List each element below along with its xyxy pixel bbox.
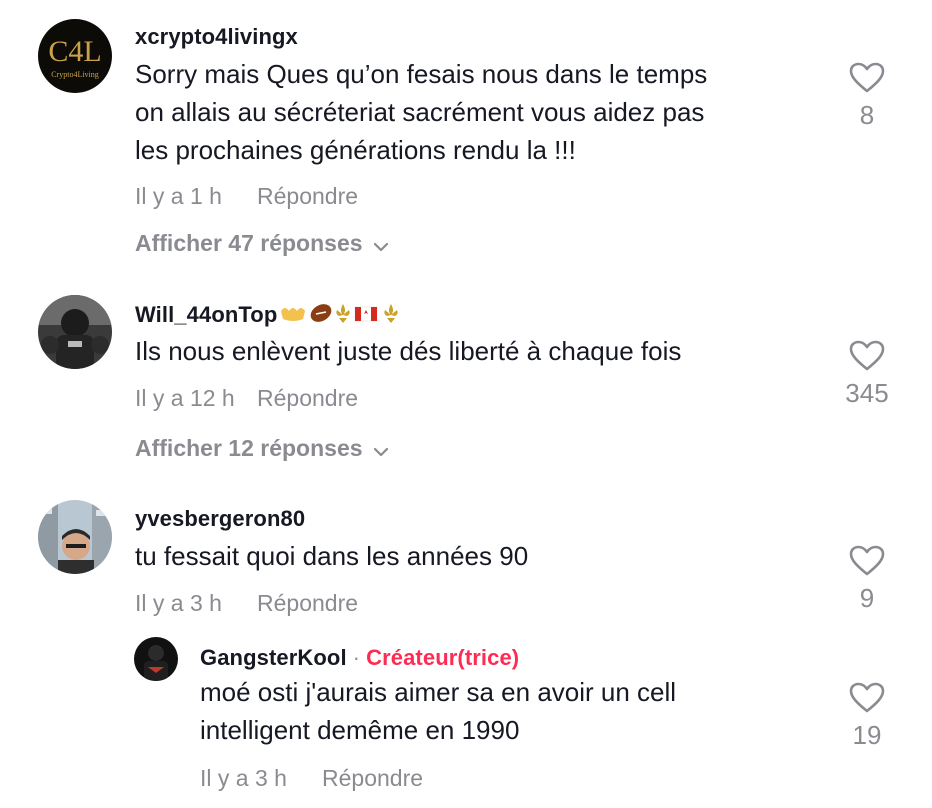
comment-line: Sorry mais Ques qu’on fesais nous dans l… bbox=[135, 59, 708, 89]
comment-meta: Il y a 12 h Répondre bbox=[135, 385, 358, 412]
svg-text:C4L: C4L bbox=[48, 35, 101, 68]
view-replies-label: Afficher 47 réponses bbox=[135, 230, 363, 256]
comment-text: Sorry mais Ques qu’on fesais nous dans l… bbox=[135, 55, 707, 169]
heart-outline-icon bbox=[849, 545, 885, 576]
comment-text: tu fessait quoi dans les années 90 bbox=[135, 537, 528, 575]
avatar[interactable] bbox=[38, 295, 112, 369]
like-button[interactable]: 345 bbox=[827, 340, 907, 409]
reply-header: GangsterKool · Créateur(trice) bbox=[200, 645, 519, 671]
like-count: 9 bbox=[859, 583, 875, 613]
reply-button[interactable]: Répondre bbox=[322, 765, 423, 792]
comment-line: tu fessait quoi dans les années 90 bbox=[135, 541, 529, 571]
like-button[interactable]: 8 bbox=[827, 62, 907, 131]
comment-line: moé osti j'aurais aimer sa en avoir un c… bbox=[200, 677, 677, 707]
comment-text: Ils nous enlèvent juste dés liberté à ch… bbox=[135, 332, 681, 370]
like-button[interactable]: 19 bbox=[827, 682, 907, 751]
comment-time: Il y a 3 h bbox=[200, 765, 287, 791]
comment-username[interactable]: Will_44onTop bbox=[135, 301, 405, 331]
reply-button[interactable]: Répondre bbox=[257, 590, 358, 617]
heart-outline-icon bbox=[849, 62, 885, 93]
avatar[interactable]: C4L Crypto4Living bbox=[38, 19, 112, 93]
reply-text: moé osti j'aurais aimer sa en avoir un c… bbox=[200, 673, 676, 749]
comment-line: Ils nous enlèvent juste dés liberté à ch… bbox=[135, 336, 682, 366]
chevron-down-icon bbox=[373, 436, 389, 463]
comment-line: les prochaines générations rendu la !!! bbox=[135, 135, 576, 165]
separator-dot: · bbox=[352, 645, 361, 670]
username-emoji-flair bbox=[279, 301, 405, 331]
avatar[interactable] bbox=[134, 637, 178, 681]
username-text: Will_44onTop bbox=[135, 301, 278, 327]
comment-time: Il y a 1 h bbox=[135, 183, 222, 209]
like-count: 19 bbox=[852, 720, 882, 750]
like-button[interactable]: 9 bbox=[827, 545, 907, 614]
comment-time: Il y a 12 h bbox=[135, 385, 235, 411]
reply-username[interactable]: GangsterKool bbox=[200, 645, 347, 670]
reply-meta: Il y a 3 h Répondre bbox=[200, 765, 423, 792]
reply-button[interactable]: Répondre bbox=[257, 385, 358, 412]
avatar[interactable] bbox=[38, 500, 112, 574]
comment-username[interactable]: xcrypto4livingx bbox=[135, 24, 298, 50]
view-replies-label: Afficher 12 réponses bbox=[135, 435, 363, 461]
chevron-down-icon bbox=[373, 231, 389, 258]
comment-meta: Il y a 1 h Répondre bbox=[135, 183, 358, 210]
view-replies-button[interactable]: Afficher 12 réponses bbox=[135, 435, 389, 463]
comment-line: on allais au sécréteriat sacrément vous … bbox=[135, 97, 705, 127]
creator-badge: Créateur(trice) bbox=[366, 645, 520, 670]
heart-outline-icon bbox=[849, 682, 885, 713]
comment-username[interactable]: yvesbergeron80 bbox=[135, 506, 305, 532]
like-count: 8 bbox=[859, 100, 875, 130]
comment-line: intelligent demême en 1990 bbox=[200, 715, 520, 745]
heart-outline-icon bbox=[849, 340, 885, 371]
comment-meta: Il y a 3 h Répondre bbox=[135, 590, 358, 617]
view-replies-button[interactable]: Afficher 47 réponses bbox=[135, 230, 389, 258]
svg-text:Crypto4Living: Crypto4Living bbox=[51, 70, 99, 79]
like-count: 345 bbox=[845, 378, 889, 408]
reply-button[interactable]: Répondre bbox=[257, 183, 358, 210]
comment-time: Il y a 3 h bbox=[135, 590, 222, 616]
